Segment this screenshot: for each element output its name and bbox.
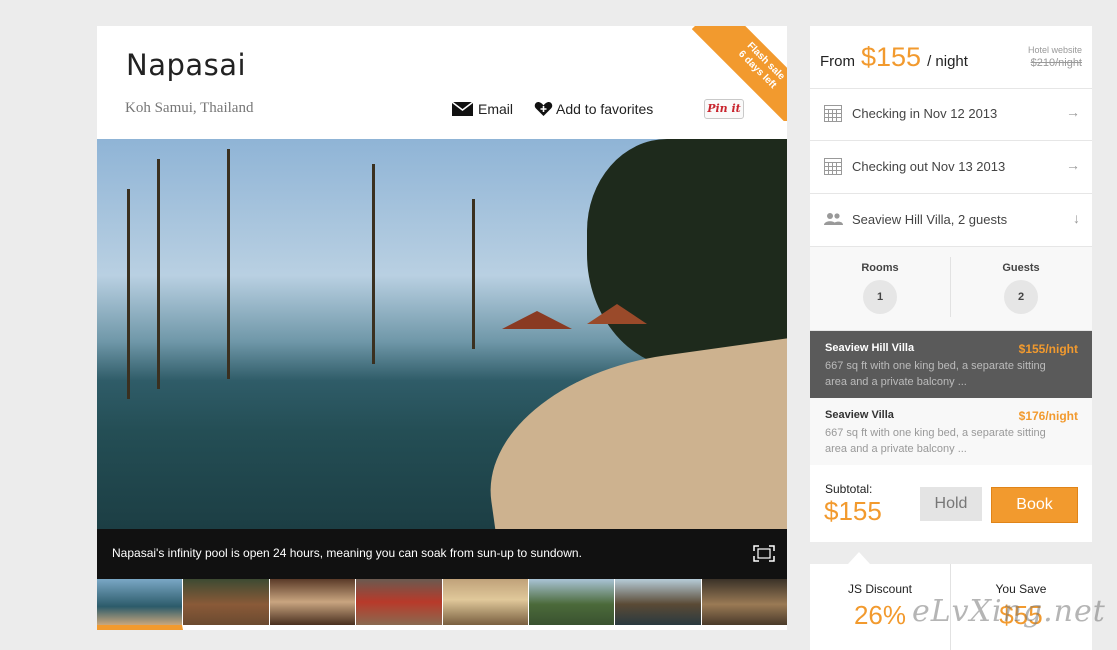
room-name: Seaview Hill Villa — [825, 342, 915, 354]
room-guests-selector[interactable]: Seaview Hill Villa, 2 guests ↓ — [810, 194, 1092, 247]
arrow-right-icon: → — [1066, 157, 1080, 173]
room-option-selected[interactable]: Seaview Hill Villa $155/night 667 sq ft … — [810, 331, 1092, 398]
from-label: From — [820, 53, 855, 70]
per-night-label: / night — [927, 53, 968, 70]
watermark: eLvXing.net — [912, 594, 1106, 629]
email-link[interactable]: Email — [452, 101, 513, 117]
hotel-location: Koh Samui, Thailand — [125, 100, 254, 116]
thumbnail[interactable] — [615, 579, 702, 625]
thumbnail[interactable] — [269, 579, 357, 625]
hotel-name: Napasai — [126, 48, 247, 82]
rooms-guests-counters: Rooms 1 Guests 2 — [810, 247, 1092, 331]
photo-caption-bar: Napasai's infinity pool is open 24 hours… — [97, 529, 787, 579]
add-to-favorites-link[interactable]: Add to favorites — [534, 101, 653, 117]
book-button[interactable]: Book — [991, 487, 1078, 523]
guests-value[interactable]: 2 — [1004, 280, 1038, 314]
rooms-counter: Rooms 1 — [810, 247, 950, 330]
calendar-icon — [824, 105, 842, 122]
rooms-value[interactable]: 1 — [863, 280, 897, 314]
check-in-selector[interactable]: Checking in Nov 12 2013 → — [810, 88, 1092, 141]
price-row: From $155 / night Hotel website $210/nig… — [810, 26, 1092, 89]
fullscreen-icon[interactable] — [753, 545, 775, 562]
envelope-icon — [452, 102, 473, 116]
email-label: Email — [478, 101, 514, 117]
check-out-selector[interactable]: Checking out Nov 13 2013 → — [810, 141, 1092, 194]
booking-panel: From $155 / night Hotel website $210/nig… — [810, 26, 1092, 542]
guests-label: Guests — [1002, 262, 1040, 274]
room-option[interactable]: Seaview Villa $176/night 667 sq ft with … — [810, 398, 1092, 465]
thumbnail[interactable] — [97, 579, 184, 630]
hotel-website-price: $210/night — [1030, 57, 1082, 69]
room-price: $155/night — [1018, 342, 1078, 356]
favorites-label: Add to favorites — [556, 101, 654, 117]
hotel-card: Napasai Koh Samui, Thailand Email Add to… — [97, 26, 787, 630]
subtotal-label: Subtotal: — [825, 482, 873, 496]
price-value: $155 — [861, 42, 922, 72]
room-guests-label: Seaview Hill Villa, 2 guests — [852, 212, 1008, 227]
photo-caption: Napasai's infinity pool is open 24 hours… — [112, 546, 582, 560]
thumbnail[interactable] — [442, 579, 529, 625]
hold-button[interactable]: Hold — [920, 487, 982, 521]
calendar-icon — [824, 158, 842, 175]
room-price: $176/night — [1018, 409, 1078, 423]
flash-sale-ribbon: Flash sale 6 days left — [692, 26, 787, 121]
arrow-down-icon: ↓ — [1073, 210, 1080, 226]
users-icon — [824, 213, 843, 225]
room-description: 667 sq ft with one king bed, a separate … — [825, 360, 1046, 388]
thumbnail[interactable] — [701, 579, 787, 625]
thumbnail[interactable] — [356, 579, 443, 625]
hotel-website-label: Hotel website — [1027, 45, 1082, 55]
subtotal-value: $155 — [824, 496, 882, 526]
room-name: Seaview Villa — [825, 409, 894, 421]
thumbnail[interactable] — [183, 579, 270, 625]
check-in-label: Checking in Nov 12 2013 — [852, 106, 998, 121]
thumbnail-strip — [97, 579, 787, 630]
thumbnail[interactable] — [528, 579, 616, 625]
room-description: 667 sq ft with one king bed, a separate … — [825, 427, 1046, 455]
arrow-right-icon: → — [1066, 104, 1080, 120]
discount-pointer — [848, 552, 870, 564]
rooms-label: Rooms — [861, 262, 899, 274]
main-photo — [97, 139, 787, 529]
heart-plus-icon — [534, 102, 553, 116]
check-out-label: Checking out Nov 13 2013 — [852, 159, 1006, 174]
guests-counter: Guests 2 — [951, 247, 1091, 330]
